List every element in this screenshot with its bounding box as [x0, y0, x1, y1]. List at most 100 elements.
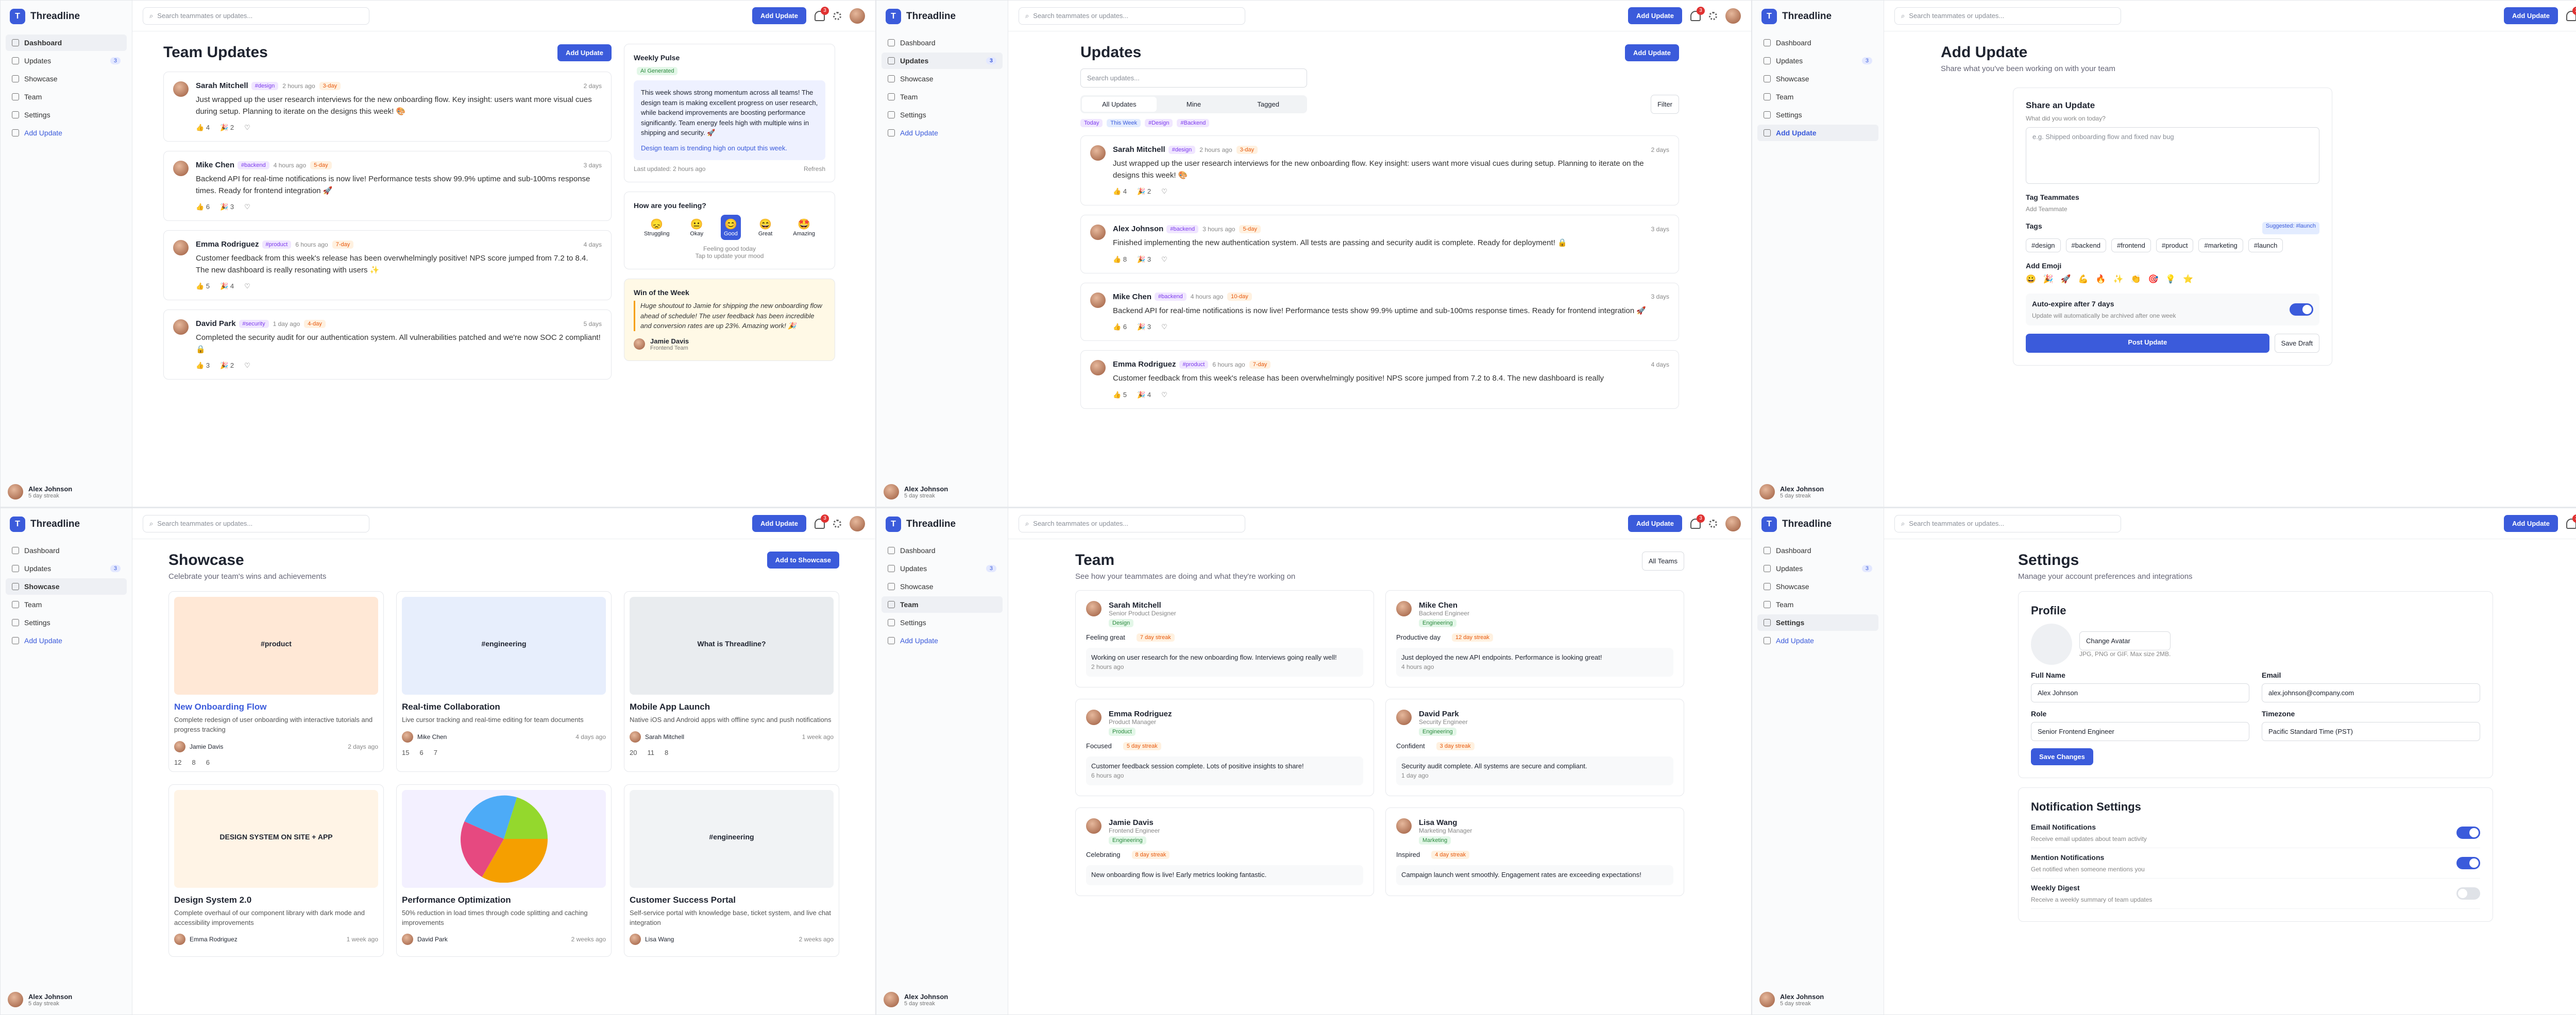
- team-member-card[interactable]: Sarah Mitchell Senior Product Designer Des…: [1075, 590, 1374, 688]
- mood-option[interactable]: 😐 Okay: [687, 215, 706, 240]
- reaction-button[interactable]: 🎉 4: [1137, 391, 1151, 399]
- sidebar-item-updates[interactable]: Updates 3: [6, 53, 127, 69]
- sidebar-item-dashboard[interactable]: Dashboard: [1757, 35, 1878, 51]
- reaction-button[interactable]: 👍 6: [196, 203, 210, 211]
- mood-option[interactable]: 😊 Good: [721, 215, 741, 240]
- sidebar-item-dashboard[interactable]: Dashboard: [6, 542, 127, 559]
- heart-icon[interactable]: ♡: [1161, 323, 1167, 331]
- reaction-count[interactable]: 11: [647, 749, 654, 756]
- showcase-card[interactable]: #engineering Customer Success Portal Self-…: [624, 784, 839, 957]
- reaction-count[interactable]: 6: [419, 749, 423, 756]
- sidebar-item-settings[interactable]: Settings: [882, 614, 1003, 631]
- avatar[interactable]: [850, 8, 865, 24]
- team-member-card[interactable]: Jamie Davis Frontend Engineer Engineering C…: [1075, 807, 1374, 897]
- sidebar-item-showcase[interactable]: Showcase: [6, 578, 127, 595]
- search-input[interactable]: ⌕ Search teammates or updates...: [1894, 514, 2121, 532]
- post-tag[interactable]: #design: [1168, 145, 1196, 154]
- save-changes-button[interactable]: Save Changes: [2031, 748, 2093, 765]
- filter-chip[interactable]: Today: [1080, 119, 1103, 127]
- tab-tagged[interactable]: Tagged: [1231, 97, 1306, 112]
- sidebar-item-showcase[interactable]: Showcase: [1757, 578, 1878, 595]
- search-input[interactable]: ⌕ Search teammates or updates...: [1019, 7, 1245, 25]
- reaction-count[interactable]: 8: [192, 759, 195, 766]
- brand[interactable]: T Threadline: [1752, 508, 1884, 540]
- reaction-button[interactable]: 👍 4: [196, 124, 210, 132]
- add-update-button[interactable]: Add Update: [2504, 7, 2558, 24]
- tag-option[interactable]: #design: [2026, 238, 2061, 252]
- suggested-tag[interactable]: Suggested: #launch: [2262, 222, 2319, 234]
- bell-icon[interactable]: 3: [815, 6, 829, 21]
- heart-icon[interactable]: ♡: [244, 124, 250, 132]
- timezone-select[interactable]: Pacific Standard Time (PST): [2262, 722, 2480, 741]
- sidebar-item-add-update[interactable]: Add Update: [1757, 632, 1878, 649]
- sidebar-item-add-update[interactable]: Add Update: [1757, 125, 1878, 141]
- post-tag[interactable]: #security: [239, 319, 269, 328]
- filter-chip[interactable]: #Design: [1145, 119, 1173, 127]
- add-update-button[interactable]: Add Update: [1628, 7, 1682, 24]
- add-update-button[interactable]: Add Update: [2504, 515, 2558, 532]
- brand[interactable]: T Threadline: [876, 508, 1008, 540]
- post-tag[interactable]: #design: [251, 81, 279, 90]
- emoji-option[interactable]: 🔥: [2096, 274, 2106, 284]
- sidebar-item-updates[interactable]: Updates 3: [6, 560, 127, 577]
- sidebar-item-updates[interactable]: Updates 3: [882, 53, 1003, 69]
- sidebar-item-showcase[interactable]: Showcase: [882, 578, 1003, 595]
- emoji-option[interactable]: 💡: [2165, 274, 2176, 284]
- sidebar-item-settings[interactable]: Settings: [882, 107, 1003, 123]
- avatar[interactable]: [1725, 8, 1741, 24]
- bell-icon[interactable]: 3: [2566, 6, 2576, 21]
- sidebar-item-team[interactable]: Team: [6, 596, 127, 613]
- sidebar-item-showcase[interactable]: Showcase: [6, 71, 127, 87]
- sidebar-item-showcase[interactable]: Showcase: [1757, 71, 1878, 87]
- add-teammate-button[interactable]: Add Teammate: [2026, 205, 2319, 213]
- post-tag[interactable]: #product: [262, 240, 292, 249]
- sidebar-item-dashboard[interactable]: Dashboard: [882, 35, 1003, 51]
- reaction-button[interactable]: 🎉 2: [1137, 187, 1151, 196]
- email-field[interactable]: alex.johnson@company.com: [2262, 683, 2480, 702]
- refresh-button[interactable]: Refresh: [804, 165, 825, 173]
- bell-icon[interactable]: 3: [2566, 514, 2576, 529]
- mood-option[interactable]: 😞 Struggling: [641, 215, 673, 240]
- filter-chip[interactable]: #Backend: [1177, 119, 1210, 127]
- showcase-title[interactable]: Performance Optimization: [402, 895, 606, 905]
- gear-icon[interactable]: [1709, 519, 1717, 528]
- search-input[interactable]: ⌕ Search teammates or updates...: [143, 7, 369, 25]
- avatar[interactable]: [850, 515, 865, 531]
- sidebar-item-settings[interactable]: Settings: [1757, 107, 1878, 123]
- sidebar-item-settings[interactable]: Settings: [6, 614, 127, 631]
- expire-toggle[interactable]: [2290, 303, 2313, 316]
- reaction-count[interactable]: 20: [630, 749, 637, 756]
- emoji-option[interactable]: 🎯: [2148, 274, 2158, 284]
- reaction-count[interactable]: 15: [402, 749, 409, 756]
- add-update-button[interactable]: Add Update: [752, 7, 806, 24]
- reaction-button[interactable]: 🎉 3: [1137, 255, 1151, 264]
- showcase-title[interactable]: Design System 2.0: [174, 895, 378, 905]
- tag-option[interactable]: #product: [2156, 238, 2194, 252]
- showcase-title[interactable]: Customer Success Portal: [630, 895, 834, 905]
- notification-toggle[interactable]: [2456, 827, 2480, 839]
- emoji-option[interactable]: 🚀: [2061, 274, 2071, 284]
- post-tag[interactable]: #backend: [1155, 293, 1187, 301]
- reaction-count[interactable]: 7: [434, 749, 437, 756]
- reaction-button[interactable]: 🎉 3: [1137, 323, 1151, 331]
- sidebar-item-dashboard[interactable]: Dashboard: [1757, 542, 1878, 559]
- mood-option[interactable]: 😄 Great: [755, 215, 776, 240]
- role-field[interactable]: Senior Frontend Engineer: [2031, 722, 2249, 741]
- showcase-card[interactable]: What is Threadline? Mobile App Launch Nati…: [624, 591, 839, 772]
- heart-icon[interactable]: ♡: [244, 203, 250, 211]
- current-user[interactable]: Alex Johnson 5 day streak: [1759, 992, 1824, 1007]
- team-filter[interactable]: All Teams: [1641, 552, 1684, 571]
- sidebar-item-settings[interactable]: Settings: [1757, 614, 1878, 631]
- sidebar-item-team[interactable]: Team: [882, 596, 1003, 613]
- heart-icon[interactable]: ♡: [1161, 391, 1167, 399]
- brand[interactable]: T Threadline: [1752, 1, 1884, 32]
- brand[interactable]: T Threadline: [1, 508, 132, 540]
- reaction-button[interactable]: 👍 6: [1113, 323, 1127, 331]
- sidebar-item-updates[interactable]: Updates 3: [1757, 560, 1878, 577]
- emoji-option[interactable]: 👏: [2131, 274, 2141, 284]
- change-avatar-button[interactable]: Change Avatar: [2079, 631, 2171, 650]
- heart-icon[interactable]: ♡: [1161, 255, 1167, 264]
- tag-option[interactable]: #launch: [2248, 238, 2283, 252]
- showcase-title[interactable]: Real-time Collaboration: [402, 702, 606, 712]
- reaction-button[interactable]: 👍 5: [196, 282, 210, 290]
